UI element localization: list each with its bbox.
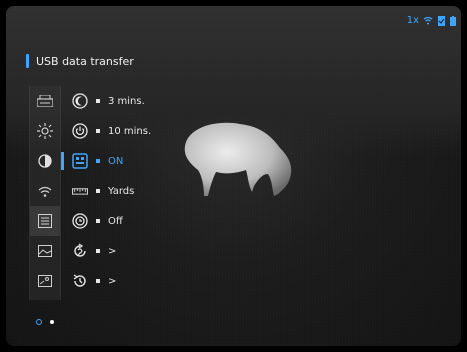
menu-item-history[interactable]: > <box>72 266 116 296</box>
page-dot-2[interactable] <box>50 320 54 324</box>
menu-item-value: 3 mins. <box>108 95 145 107</box>
menu-item-value: > <box>108 275 117 287</box>
bullet <box>96 129 100 133</box>
bullet <box>96 249 100 253</box>
title-accent-bar <box>26 54 29 68</box>
menu-item-value: 10 mins. <box>108 125 152 137</box>
sd-card-icon <box>438 15 445 26</box>
battery-icon <box>450 15 456 26</box>
ruler-icon <box>72 183 88 199</box>
bullet <box>96 99 100 103</box>
moon-icon <box>72 93 88 109</box>
image-detail-icon[interactable] <box>30 266 60 296</box>
wifi-icon[interactable] <box>30 176 60 206</box>
bullet <box>96 219 100 223</box>
menu-item-auto-power-off[interactable]: 10 mins. <box>72 116 151 146</box>
page-dot-1[interactable] <box>36 319 42 325</box>
menu-item-value: ON <box>108 155 124 167</box>
usb-mode-icon <box>72 153 88 169</box>
page-indicator <box>36 319 54 325</box>
bullet <box>96 189 100 193</box>
status-bar: 1x <box>407 15 456 26</box>
power-icon <box>72 123 88 139</box>
history-icon <box>72 273 88 289</box>
page-title: USB data transfer <box>36 54 134 68</box>
category-sidebar <box>29 86 64 300</box>
brightness-icon[interactable] <box>30 116 60 146</box>
reset-icon <box>72 243 88 259</box>
contrast-icon[interactable] <box>30 146 64 176</box>
boar-thermal-image <box>184 122 292 196</box>
list-icon[interactable] <box>30 206 60 236</box>
menu-item-value: > <box>108 245 117 257</box>
page-header: USB data transfer <box>26 54 134 68</box>
menu-item-standby-timeout[interactable]: 3 mins. <box>72 86 145 116</box>
menu-item-value: Off <box>108 215 123 227</box>
bullet <box>96 159 100 163</box>
wifi-icon <box>423 16 433 25</box>
zoom-level: 1x <box>406 15 419 26</box>
menu-item-reset[interactable]: > <box>72 236 116 266</box>
menu-item-units[interactable]: Yards <box>72 176 134 206</box>
menu-item-usb-mode[interactable]: ON <box>72 146 123 176</box>
bullet <box>96 279 100 283</box>
clock-icon <box>72 213 88 229</box>
menu-item-clock[interactable]: Off <box>72 206 123 236</box>
image-icon[interactable] <box>30 236 60 266</box>
recording-settings-icon[interactable] <box>30 86 60 116</box>
menu-item-value: Yards <box>108 185 135 197</box>
